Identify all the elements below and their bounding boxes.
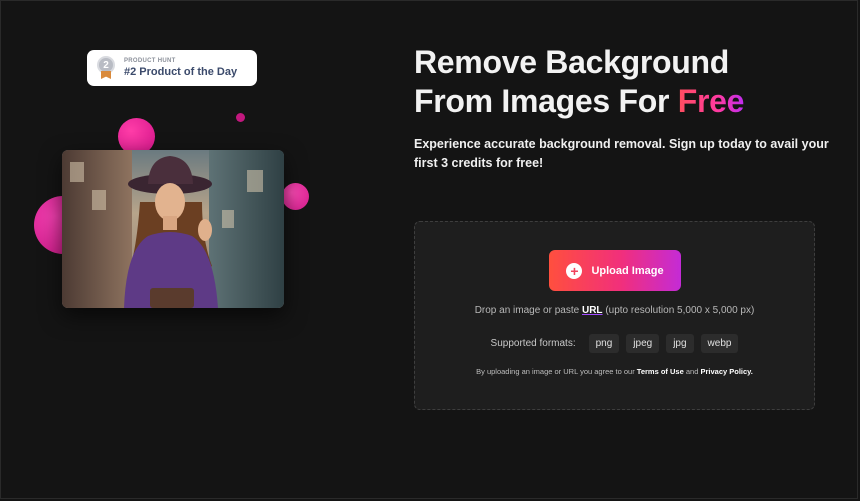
format-chip: webp bbox=[700, 334, 739, 353]
paste-url-link[interactable]: URL bbox=[582, 305, 603, 316]
page-title: Remove Background From Images For Free bbox=[414, 44, 745, 119]
privacy-policy-link[interactable]: Privacy Policy. bbox=[700, 367, 752, 376]
title-highlight: Free bbox=[677, 83, 745, 119]
upload-dropzone[interactable]: + Upload Image Drop an image or paste UR… bbox=[414, 221, 815, 410]
upload-button-label: Upload Image bbox=[591, 264, 664, 277]
terms-notice: By uploading an image or URL you agree t… bbox=[476, 367, 753, 376]
badge-main-label: #2 Product of the Day bbox=[124, 66, 238, 78]
plus-icon: + bbox=[566, 262, 583, 279]
drop-instructions: Drop an image or paste URL (upto resolut… bbox=[474, 305, 755, 316]
format-chip: jpg bbox=[666, 334, 694, 353]
decorative-blob bbox=[236, 113, 245, 122]
decorative-blob bbox=[282, 183, 309, 210]
supported-formats: Supported formats: png jpeg jpg webp bbox=[415, 334, 814, 353]
title-line-2: From Images For bbox=[414, 83, 670, 119]
format-chip: png bbox=[588, 334, 620, 353]
page-subtitle: Experience accurate background removal. … bbox=[414, 137, 829, 170]
format-chip: jpeg bbox=[626, 334, 660, 353]
formats-label: Supported formats: bbox=[490, 338, 576, 349]
hero-photo bbox=[62, 150, 284, 308]
medal-icon: 2 bbox=[96, 56, 116, 80]
badge-small-label: PRODUCT HUNT bbox=[124, 58, 176, 64]
product-hunt-badge[interactable]: 2 PRODUCT HUNT #2 Product of the Day bbox=[87, 50, 257, 86]
terms-of-use-link[interactable]: Terms of Use bbox=[637, 367, 684, 376]
upload-image-button[interactable]: + Upload Image bbox=[549, 250, 681, 291]
